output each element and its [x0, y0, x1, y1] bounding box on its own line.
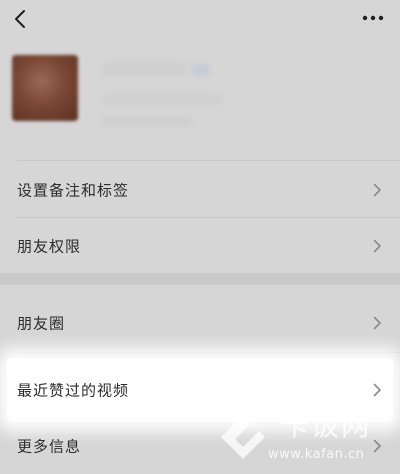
divider: [17, 352, 400, 353]
menu-item-label: 设置备注和标签: [17, 181, 130, 200]
divider: [17, 160, 400, 161]
menu-item-remarks-tags[interactable]: 设置备注和标签: [0, 162, 400, 218]
profile-header: [0, 42, 400, 160]
menu-item-label: 朋友权限: [17, 237, 82, 256]
watermark-brand: 卡饭网: [281, 409, 372, 442]
back-chevron-icon[interactable]: [10, 8, 32, 30]
menu-item-label: 最近赞过的视频: [17, 381, 130, 400]
blurred-info-line: [102, 94, 222, 104]
blurred-badge: [192, 64, 210, 76]
chevron-right-icon: [373, 183, 381, 197]
menu-item-friend-permissions[interactable]: 朋友权限: [0, 218, 400, 274]
more-dots-icon[interactable]: [362, 12, 384, 24]
chevron-right-icon: [373, 316, 381, 330]
avatar[interactable]: [12, 55, 78, 121]
menu-item-label: 更多信息: [17, 437, 82, 456]
section-gap: [0, 273, 400, 285]
blurred-nickname: [102, 62, 186, 76]
blurred-info-line: [102, 116, 192, 126]
watermark-url: www.kafan.cn: [268, 447, 365, 462]
chevron-right-icon: [373, 239, 381, 253]
chevron-right-icon: [373, 439, 381, 453]
top-bar: [0, 0, 400, 42]
chevron-right-icon: [373, 383, 381, 397]
menu-item-moments[interactable]: 朋友圈: [0, 295, 400, 351]
watermark-logo-icon: [221, 415, 265, 459]
menu-item-label: 朋友圈: [17, 314, 66, 333]
